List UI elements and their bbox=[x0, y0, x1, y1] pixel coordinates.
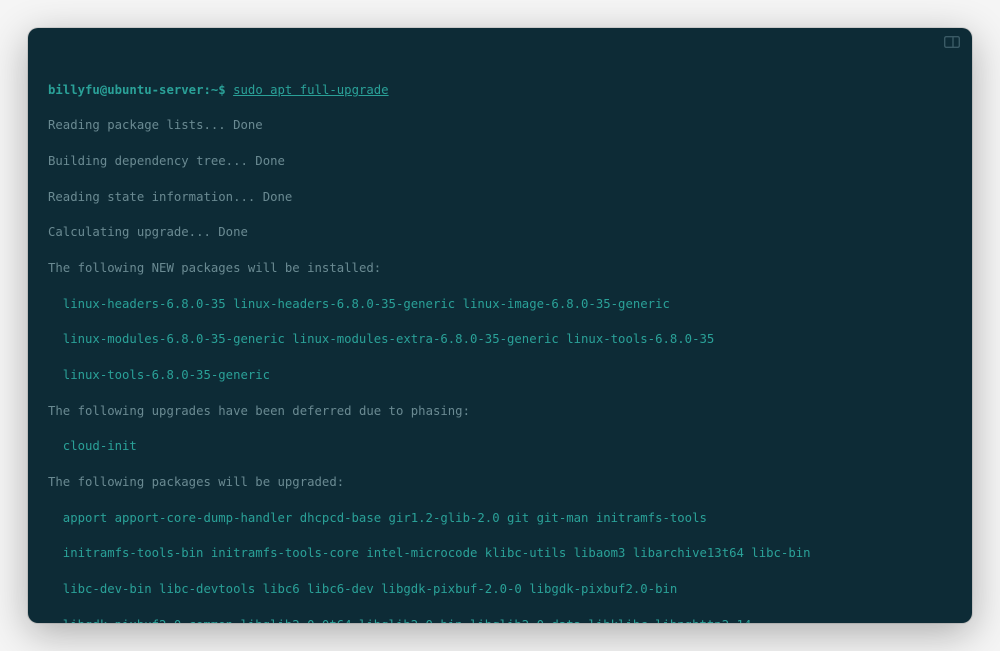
output-line: Reading state information... Done bbox=[48, 189, 952, 207]
package-line: linux-tools-6.8.0-35-generic bbox=[48, 367, 952, 385]
output-line: Reading package lists... Done bbox=[48, 117, 952, 135]
package-line: cloud-init bbox=[48, 438, 952, 456]
shell-command: sudo apt full-upgrade bbox=[233, 83, 388, 97]
terminal-window: billyfu@ubuntu-server:~$ sudo apt full-u… bbox=[28, 28, 972, 623]
package-line: libgdk-pixbuf2.0-common libglib2.0-0t64 … bbox=[48, 617, 952, 623]
section-header: The following packages will be upgraded: bbox=[48, 474, 952, 492]
package-line: initramfs-tools-bin initramfs-tools-core… bbox=[48, 545, 952, 563]
package-line: linux-modules-6.8.0-35-generic linux-mod… bbox=[48, 331, 952, 349]
package-line: libc-dev-bin libc-devtools libc6 libc6-d… bbox=[48, 581, 952, 599]
output-line: Building dependency tree... Done bbox=[48, 153, 952, 171]
package-line: apport apport-core-dump-handler dhcpcd-b… bbox=[48, 510, 952, 528]
terminal-output[interactable]: billyfu@ubuntu-server:~$ sudo apt full-u… bbox=[28, 56, 972, 623]
output-line: Calculating upgrade... Done bbox=[48, 224, 952, 242]
split-panes-icon[interactable] bbox=[944, 36, 960, 48]
package-line: linux-headers-6.8.0-35 linux-headers-6.8… bbox=[48, 296, 952, 314]
section-header: The following NEW packages will be insta… bbox=[48, 260, 952, 278]
section-header: The following upgrades have been deferre… bbox=[48, 403, 952, 421]
terminal-titlebar bbox=[28, 28, 972, 56]
shell-prompt: billyfu@ubuntu-server:~$ bbox=[48, 83, 226, 97]
